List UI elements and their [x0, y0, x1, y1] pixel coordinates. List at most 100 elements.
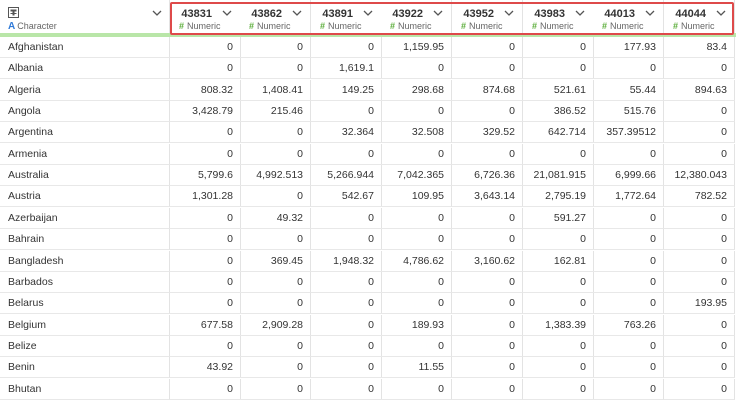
value-cell[interactable]: 591.27 — [523, 207, 594, 229]
value-cell[interactable]: 2,795.19 — [523, 186, 594, 208]
column-header[interactable]: 43983 # Numeric — [523, 0, 594, 33]
value-cell[interactable]: 1,948.32 — [311, 250, 382, 272]
value-cell[interactable]: 6,726.36 — [452, 165, 523, 187]
value-cell[interactable]: 149.25 — [311, 79, 382, 101]
chevron-down-icon[interactable] — [362, 7, 374, 19]
value-cell[interactable]: 0 — [664, 122, 735, 144]
value-cell[interactable]: 0 — [381, 335, 452, 357]
value-cell[interactable]: 1,301.28 — [170, 186, 241, 208]
country-name-cell[interactable]: Angola — [0, 101, 170, 123]
value-cell[interactable]: 0 — [593, 271, 664, 293]
value-cell[interactable]: 0 — [664, 143, 735, 165]
value-cell[interactable]: 0 — [311, 143, 382, 165]
country-name-cell[interactable]: Belize — [0, 335, 170, 357]
value-cell[interactable]: 0 — [593, 378, 664, 400]
value-cell[interactable]: 515.76 — [593, 101, 664, 123]
value-cell[interactable]: 0 — [170, 250, 241, 272]
value-cell[interactable]: 0 — [381, 58, 452, 80]
column-header[interactable]: 44013 # Numeric — [593, 0, 664, 33]
value-cell[interactable]: 542.67 — [311, 186, 382, 208]
value-cell[interactable]: 4,786.62 — [381, 250, 452, 272]
value-cell[interactable]: 0 — [523, 58, 594, 80]
value-cell[interactable]: 4,992.513 — [240, 165, 311, 187]
country-name-cell[interactable]: Austria — [0, 186, 170, 208]
value-cell[interactable]: 0 — [311, 229, 382, 251]
chevron-down-icon[interactable] — [574, 7, 586, 19]
value-cell[interactable]: 6,999.66 — [593, 165, 664, 187]
value-cell[interactable]: 0 — [381, 207, 452, 229]
value-cell[interactable]: 1,408.41 — [240, 79, 311, 101]
value-cell[interactable]: 0 — [240, 229, 311, 251]
value-cell[interactable]: 3,428.79 — [170, 101, 241, 123]
chevron-down-icon[interactable] — [644, 7, 656, 19]
chevron-down-icon[interactable] — [291, 7, 303, 19]
value-cell[interactable]: 0 — [452, 229, 523, 251]
value-cell[interactable]: 11.55 — [381, 357, 452, 379]
value-cell[interactable]: 0 — [593, 229, 664, 251]
value-cell[interactable]: 0 — [311, 37, 382, 58]
value-cell[interactable]: 0 — [593, 250, 664, 272]
value-cell[interactable]: 0 — [664, 250, 735, 272]
value-cell[interactable]: 0 — [593, 58, 664, 80]
value-cell[interactable]: 0 — [311, 101, 382, 123]
value-cell[interactable]: 1,383.39 — [523, 314, 594, 336]
value-cell[interactable]: 0 — [240, 122, 311, 144]
chevron-down-icon[interactable] — [221, 7, 233, 19]
value-cell[interactable]: 109.95 — [381, 186, 452, 208]
value-cell[interactable]: 0 — [170, 143, 241, 165]
country-name-cell[interactable]: Algeria — [0, 79, 170, 101]
value-cell[interactable]: 189.93 — [381, 314, 452, 336]
value-cell[interactable]: 0 — [452, 37, 523, 58]
value-cell[interactable]: 329.52 — [452, 122, 523, 144]
country-name-cell[interactable]: Australia — [0, 165, 170, 187]
value-cell[interactable]: 0 — [664, 58, 735, 80]
value-cell[interactable]: 0 — [240, 378, 311, 400]
value-cell[interactable]: 0 — [593, 207, 664, 229]
value-cell[interactable]: 0 — [311, 357, 382, 379]
value-cell[interactable]: 298.68 — [381, 79, 452, 101]
value-cell[interactable]: 177.93 — [593, 37, 664, 58]
value-cell[interactable]: 0 — [523, 271, 594, 293]
value-cell[interactable]: 0 — [452, 143, 523, 165]
value-cell[interactable]: 32.364 — [311, 122, 382, 144]
country-name-cell[interactable]: Armenia — [0, 143, 170, 165]
value-cell[interactable]: 0 — [664, 335, 735, 357]
value-cell[interactable]: 0 — [381, 143, 452, 165]
value-cell[interactable]: 0 — [452, 207, 523, 229]
country-name-cell[interactable]: Bhutan — [0, 378, 170, 400]
value-cell[interactable]: 0 — [381, 229, 452, 251]
value-cell[interactable]: 0 — [240, 37, 311, 58]
value-cell[interactable]: 0 — [452, 271, 523, 293]
value-cell[interactable]: 0 — [664, 101, 735, 123]
column-header[interactable]: 43922 # Numeric — [381, 0, 452, 33]
value-cell[interactable]: 521.61 — [523, 79, 594, 101]
value-cell[interactable]: 3,160.62 — [452, 250, 523, 272]
value-cell[interactable]: 0 — [452, 357, 523, 379]
value-cell[interactable]: 0 — [240, 357, 311, 379]
value-cell[interactable]: 677.58 — [170, 314, 241, 336]
value-cell[interactable]: 0 — [311, 207, 382, 229]
value-cell[interactable]: 0 — [523, 37, 594, 58]
value-cell[interactable]: 0 — [240, 58, 311, 80]
value-cell[interactable]: 642.714 — [523, 122, 594, 144]
value-cell[interactable]: 386.52 — [523, 101, 594, 123]
value-cell[interactable]: 3,643.14 — [452, 186, 523, 208]
value-cell[interactable]: 874.68 — [452, 79, 523, 101]
country-name-cell[interactable]: Bahrain — [0, 229, 170, 251]
value-cell[interactable]: 0 — [664, 314, 735, 336]
column-header-country[interactable]: 国 ACharacter — [0, 0, 170, 33]
value-cell[interactable]: 0 — [240, 143, 311, 165]
value-cell[interactable]: 0 — [523, 378, 594, 400]
value-cell[interactable]: 0 — [311, 271, 382, 293]
value-cell[interactable]: 55.44 — [593, 79, 664, 101]
country-name-cell[interactable]: Afghanistan — [0, 37, 170, 58]
value-cell[interactable]: 369.45 — [240, 250, 311, 272]
value-cell[interactable]: 0 — [311, 335, 382, 357]
value-cell[interactable]: 0 — [523, 293, 594, 315]
value-cell[interactable]: 32.508 — [381, 122, 452, 144]
value-cell[interactable]: 0 — [240, 293, 311, 315]
value-cell[interactable]: 0 — [664, 229, 735, 251]
value-cell[interactable]: 0 — [170, 293, 241, 315]
column-header[interactable]: 43831 # Numeric — [170, 0, 241, 33]
value-cell[interactable]: 0 — [593, 357, 664, 379]
